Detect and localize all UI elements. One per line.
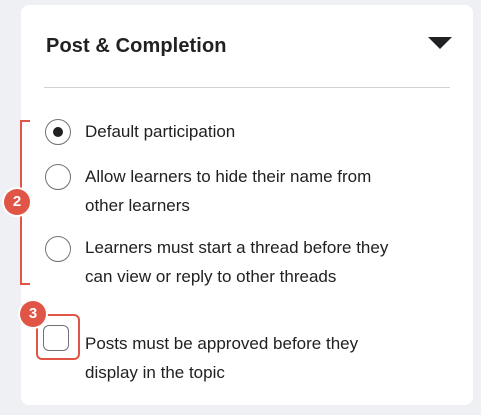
radio-label-line: can view or reply to other threads — [85, 267, 337, 286]
approval-checkbox-label: Posts must be approved before they displ… — [85, 329, 425, 387]
radio-option-default-participation[interactable]: Default participation — [45, 117, 455, 147]
radio-label-line: Default participation — [85, 122, 236, 141]
post-completion-panel: Post & Completion Default participation … — [21, 5, 473, 405]
radio-selected-dot — [53, 127, 63, 137]
radio-label-default: Default participation — [85, 117, 445, 146]
checkbox-label-line: display in the topic — [85, 363, 225, 382]
radio-label-line: Learners must start a thread before they — [85, 238, 389, 257]
radio-option-hide-name[interactable]: Allow learners to hide their name from o… — [45, 162, 455, 222]
radio-button-start-thread[interactable] — [45, 236, 71, 262]
radio-button-default[interactable] — [45, 119, 71, 145]
callout-badge-2: 2 — [4, 189, 30, 215]
section-divider — [44, 87, 450, 88]
panel-title: Post & Completion — [46, 35, 227, 57]
radio-label-line: other learners — [85, 196, 190, 215]
caret-down-icon — [428, 37, 452, 49]
checkbox-label-line: Posts must be approved before they — [85, 334, 359, 353]
callout-badge-3: 3 — [20, 301, 46, 327]
collapse-button[interactable] — [426, 35, 454, 55]
screenshot-stage: Post & Completion Default participation … — [0, 0, 481, 415]
radio-button-hide-name[interactable] — [45, 164, 71, 190]
radio-label-line: Allow learners to hide their name from — [85, 167, 372, 186]
radio-label-start-thread: Learners must start a thread before they… — [85, 233, 445, 291]
radio-option-start-thread[interactable]: Learners must start a thread before they… — [45, 233, 455, 293]
radio-label-hide-name: Allow learners to hide their name from o… — [85, 162, 445, 220]
